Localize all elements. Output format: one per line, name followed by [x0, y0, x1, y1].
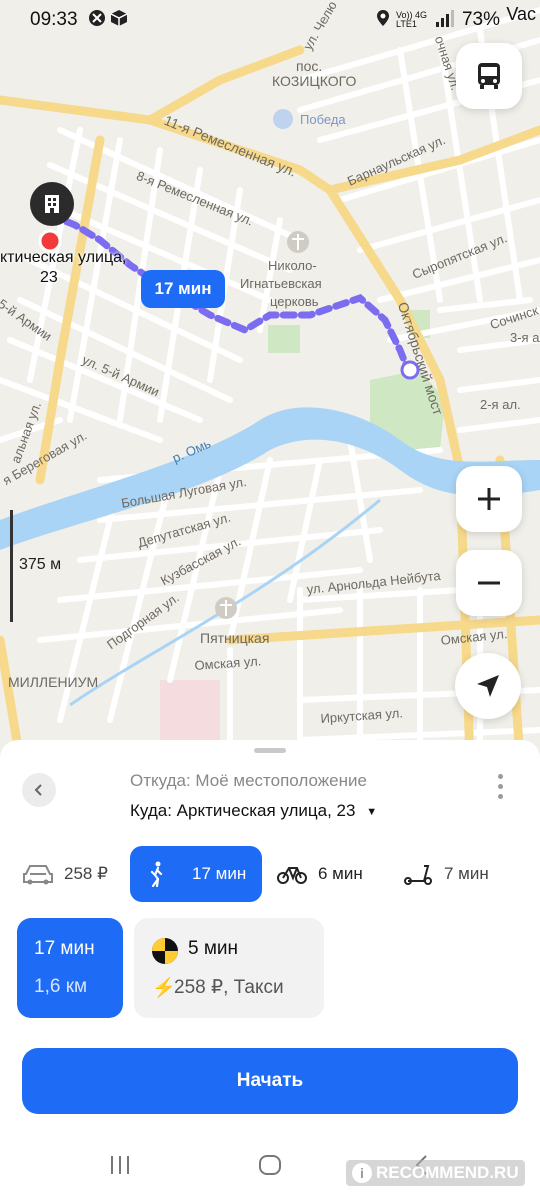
map-label: Пятницкая: [200, 630, 270, 646]
signal-icon: [436, 9, 458, 33]
notification-icon: [88, 9, 106, 33]
taxi-card-price: 258 ₽, Такси: [174, 977, 284, 998]
route-from[interactable]: Откуда: Моё местоположение: [130, 771, 367, 791]
start-button[interactable]: Начать: [22, 1048, 518, 1114]
map-label: 3-я ал.: [510, 330, 540, 345]
scale-label: 375 м: [19, 556, 62, 573]
zoom-out-button[interactable]: [456, 550, 522, 616]
recent-apps-icon[interactable]: [108, 1154, 132, 1181]
map-label: Победа: [300, 112, 346, 127]
walk-card-time: 17 мин: [34, 938, 95, 959]
from-value: Моё местоположение: [195, 771, 367, 790]
mode-car-label: 258 ₽: [64, 864, 108, 883]
mode-bicycle-label: 6 мин: [318, 864, 363, 883]
transit-button[interactable]: [456, 43, 522, 109]
more-options-icon[interactable]: [494, 774, 506, 806]
watermark-text: RECOMMEND.RU: [376, 1163, 519, 1182]
walk-route-card[interactable]: 17 мин 1,6 км: [17, 918, 123, 1018]
route-sheet: Откуда: Моё местоположение Куда: Арктиче…: [0, 740, 540, 1200]
route-time-badge[interactable]: 17 мин: [141, 270, 225, 308]
scooter-icon: [402, 862, 434, 886]
map-label: Николо-: [268, 258, 317, 273]
from-label: Откуда:: [130, 771, 191, 790]
mode-car[interactable]: 258 ₽: [22, 846, 108, 902]
lightning-icon: ⚡: [152, 978, 176, 999]
zoom-in-button[interactable]: [456, 466, 522, 532]
car-icon: [22, 862, 54, 886]
plus-icon: [478, 488, 500, 510]
map-label: церковь: [270, 294, 319, 309]
mode-bicycle[interactable]: 6 мин: [276, 846, 363, 902]
taxi-card[interactable]: 5 мин ⚡ 258 ₽, Такси: [134, 918, 324, 1018]
taxi-card-time: 5 мин: [188, 938, 239, 959]
status-time: 09:33: [30, 9, 78, 30]
sheet-handle[interactable]: [254, 748, 286, 753]
my-location-button[interactable]: [455, 653, 521, 719]
scale-bar: [10, 510, 13, 622]
location-icon: [376, 9, 390, 33]
status-extra: Vac: [506, 4, 536, 24]
map-label: пос.: [296, 58, 323, 74]
destination-label-line2: 23: [40, 269, 58, 286]
map-label: Игнатьевская: [240, 276, 322, 291]
back-button[interactable]: [22, 773, 56, 807]
status-bar: 09:33 Vo)) 4G LTE1 73% Vac: [0, 0, 540, 38]
minus-icon: [478, 581, 500, 585]
to-label: Куда:: [130, 801, 172, 820]
navigation-arrow-icon: [477, 675, 499, 697]
map-label: КОЗИЦКОГО: [272, 73, 357, 89]
watermark: i RECOMMEND.RU: [346, 1160, 525, 1186]
home-icon[interactable]: [258, 1154, 282, 1181]
mode-walk-label: 17 мин: [192, 864, 247, 883]
destination-label-line1: ктическая улица,: [0, 249, 127, 266]
caret-down-icon: ▼: [366, 805, 378, 818]
destination-label: ктическая улица, 23: [0, 248, 126, 288]
network-label: Vo)) 4G LTE1: [396, 10, 428, 29]
mode-walk[interactable]: 17 мин: [130, 846, 263, 902]
system-nav-bar: i RECOMMEND.RU: [0, 1140, 540, 1200]
mode-scooter[interactable]: 7 мин: [402, 846, 489, 902]
route-to[interactable]: Куда: Арктическая улица, 23 ▼: [130, 801, 377, 821]
box-icon: [110, 9, 128, 33]
watermark-logo-icon: i: [352, 1163, 372, 1183]
destination-building-icon[interactable]: [30, 182, 74, 226]
map-view[interactable]: пос. КОЗИЦКОГО Победа 11-я Ремесленная у…: [0, 0, 540, 760]
chevron-left-icon: [34, 784, 42, 796]
walk-card-distance: 1,6 км: [34, 976, 88, 997]
battery-level: 73%: [461, 9, 500, 30]
bicycle-icon: [276, 862, 308, 886]
taxi-logo-icon: [152, 938, 178, 964]
bus-icon: [478, 63, 500, 89]
to-value: Арктическая улица, 23: [176, 801, 356, 820]
map-label: 2-я ал.: [480, 397, 521, 412]
map-label: МИЛЛЕНИУМ: [8, 674, 99, 690]
walk-icon: [146, 861, 168, 887]
mode-scooter-label: 7 мин: [444, 864, 489, 883]
